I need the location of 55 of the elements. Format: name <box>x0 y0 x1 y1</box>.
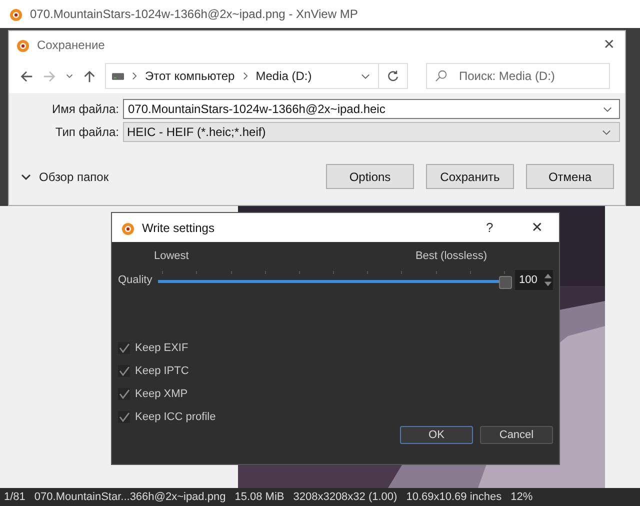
window-title: 070.MountainStars-1024w-1366h@2x~ipad.png - XnView MP <box>30 7 358 21</box>
field-label: Тип файла: <box>54 125 119 139</box>
dialog-title: Write settings <box>142 220 214 234</box>
spin-arrows-icon[interactable] <box>543 271 553 289</box>
file-name-field[interactable]: 070.MountainStars-1024w-1366h@2x~ipad.heic <box>123 99 620 119</box>
app-logo-icon <box>15 37 31 53</box>
up-icon[interactable] <box>82 68 97 84</box>
status-text: 10.69x10.69 inches <box>406 491 502 503</box>
drive-icon <box>112 72 124 80</box>
quality-slider[interactable] <box>158 271 509 289</box>
checkbox-label: Keep IPTC <box>135 364 189 376</box>
checkbox[interactable] <box>118 342 130 354</box>
slider-min-label: Lowest <box>154 250 189 262</box>
status-text: 15.08 MiB <box>234 491 284 503</box>
checkbox[interactable] <box>118 388 130 400</box>
breadcrumb-item[interactable]: Media (D:) <box>256 69 312 83</box>
close-button[interactable]: ✕ <box>525 218 549 236</box>
chevron-down-icon[interactable] <box>65 72 74 80</box>
breadcrumb-item[interactable]: Этот компьютер <box>145 69 235 83</box>
quality-label: Quality <box>118 274 152 286</box>
quality-spinbox[interactable]: 100 <box>515 270 553 290</box>
back-icon[interactable] <box>19 68 34 84</box>
chevron-down-icon <box>602 128 611 136</box>
chevron-down-icon[interactable] <box>603 105 612 114</box>
refresh-button[interactable] <box>378 63 408 89</box>
checkbox-label: Keep ICC profile <box>135 410 216 422</box>
file-type-dropdown[interactable]: HEIC - HEIF (*.heic;*.heif) <box>123 122 620 142</box>
chevron-right-icon <box>242 72 248 80</box>
dialog-button[interactable]: OK <box>400 426 473 444</box>
dialog-button[interactable]: Options <box>326 164 414 189</box>
search-field[interactable]: Поиск: Media (D:) <box>426 63 610 89</box>
dialog-button[interactable]: Отмена <box>526 164 614 189</box>
dialog-button[interactable]: Cancel <box>480 426 553 444</box>
refresh-icon <box>386 69 400 83</box>
status-text: 1/81 <box>4 491 26 503</box>
chevron-down-icon[interactable] <box>361 72 370 80</box>
search-icon <box>435 69 448 82</box>
app-logo-icon <box>8 6 24 22</box>
browse-folders-toggle[interactable]: Обзор папок <box>21 170 109 184</box>
checkbox[interactable] <box>118 410 130 422</box>
close-button[interactable]: ✕ <box>599 37 619 53</box>
status-text: 070.MountainStar...366h@2x~ipad.png <box>34 491 226 503</box>
checkbox-label: Keep EXIF <box>135 342 188 354</box>
chevron-down-icon <box>21 172 31 182</box>
help-button[interactable]: ? <box>480 219 500 236</box>
chevron-right-icon <box>132 72 137 80</box>
dialog-title: Сохранение <box>37 38 105 52</box>
slider-max-label: Best (lossless) <box>415 250 487 262</box>
checkbox-label: Keep XMP <box>135 388 188 400</box>
status-text: 12% <box>510 491 533 503</box>
address-bar[interactable]: Этот компьютер Media (D:) <box>105 63 379 89</box>
field-label: Имя файла: <box>51 102 119 116</box>
dialog-button[interactable]: Сохранить <box>426 164 514 189</box>
checkbox[interactable] <box>118 364 130 376</box>
status-text: 3208x3208x32 (1.00) <box>293 491 398 503</box>
